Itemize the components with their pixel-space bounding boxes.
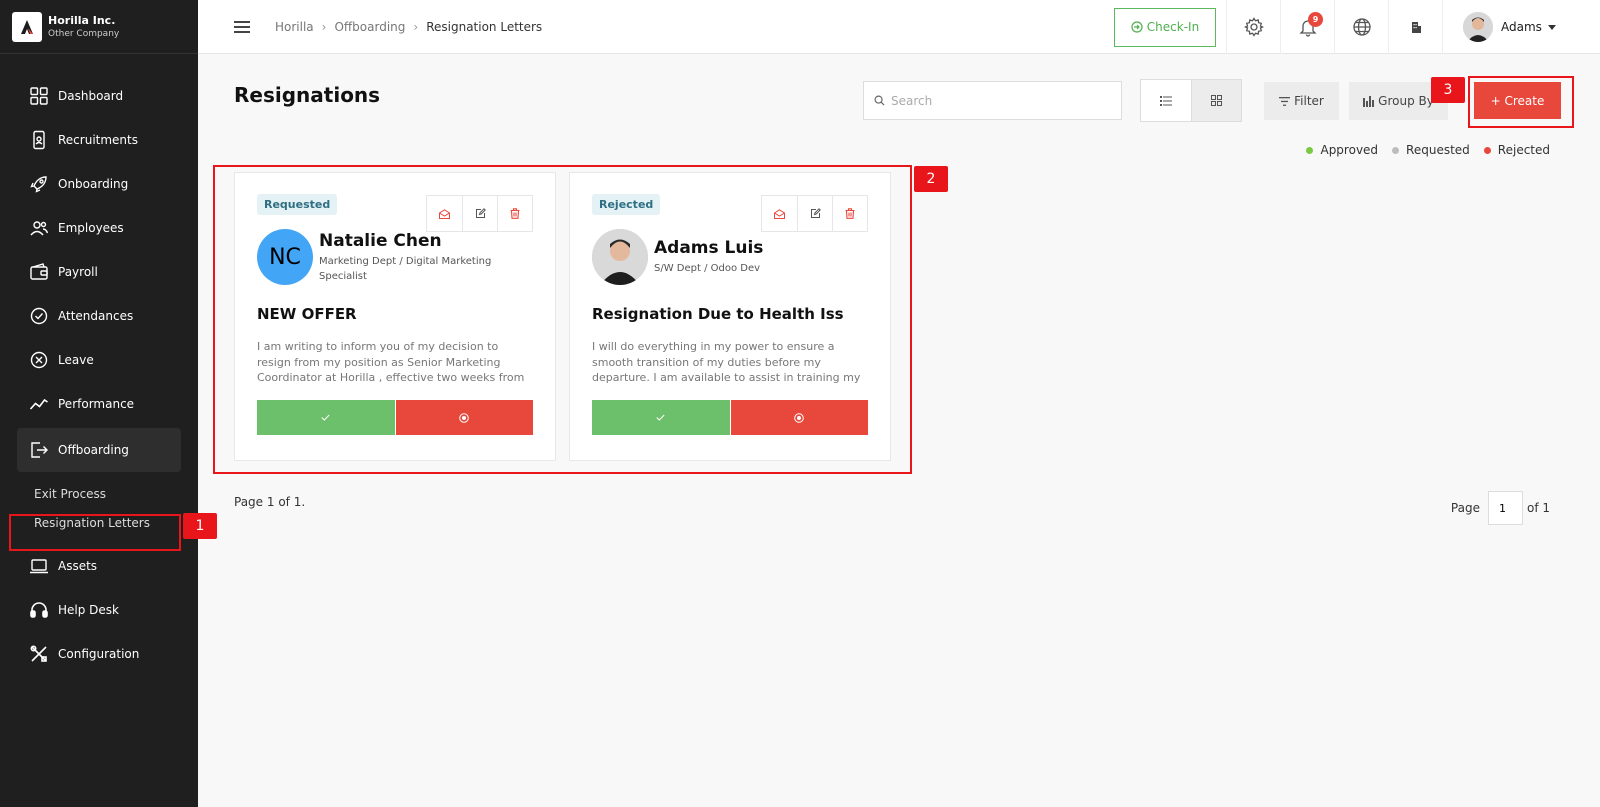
language-button[interactable] bbox=[1334, 0, 1388, 54]
view-toggle bbox=[1140, 79, 1242, 122]
company-switch-button[interactable] bbox=[1388, 0, 1442, 54]
sidebar-item-offboarding[interactable]: Offboarding bbox=[17, 428, 181, 472]
employees-icon bbox=[30, 221, 49, 236]
sidebar-item-label: Onboarding bbox=[58, 177, 129, 191]
sidebar-item-payroll[interactable]: Payroll bbox=[0, 250, 181, 294]
search-box[interactable] bbox=[863, 81, 1122, 120]
building-icon bbox=[1411, 22, 1421, 33]
user-name: Adams bbox=[1501, 20, 1542, 34]
sidebar-item-recruitments[interactable]: Recruitments bbox=[0, 118, 181, 162]
menu-icon[interactable] bbox=[234, 20, 250, 33]
search-icon bbox=[874, 95, 885, 106]
sidebar-item-label: Performance bbox=[58, 397, 135, 411]
sidebar-item-label: Assets bbox=[58, 559, 98, 573]
sidebar-item-label: Help Desk bbox=[58, 603, 119, 617]
rocket-icon bbox=[30, 176, 47, 193]
page-number-input[interactable] bbox=[1487, 491, 1523, 525]
legend-approved[interactable]: Approved bbox=[1306, 143, 1378, 157]
notifications-button[interactable]: 9 bbox=[1280, 0, 1334, 54]
attendance-icon bbox=[30, 307, 48, 325]
wallet-icon bbox=[30, 263, 48, 280]
sidebar-item-label: Recruitments bbox=[58, 133, 138, 147]
status-legend: Approved Requested Rejected bbox=[1306, 143, 1550, 157]
headset-icon bbox=[30, 602, 48, 618]
sidebar-item-label: Dashboard bbox=[58, 89, 124, 103]
offboarding-icon bbox=[31, 442, 48, 458]
check-in-label: Check-In bbox=[1146, 20, 1200, 34]
sidebar-item-performance[interactable]: Performance bbox=[0, 382, 181, 426]
annotation-label-2: 2 bbox=[914, 166, 948, 192]
check-in-icon bbox=[1131, 21, 1143, 33]
sidebar-item-label: Leave bbox=[58, 353, 94, 367]
annotation-label-3: 3 bbox=[1431, 77, 1465, 103]
list-icon bbox=[1160, 95, 1172, 106]
breadcrumb-offboarding[interactable]: Offboarding bbox=[334, 20, 405, 34]
performance-icon bbox=[29, 398, 48, 410]
sidebar-item-label: Payroll bbox=[58, 265, 98, 279]
legend-requested[interactable]: Requested bbox=[1392, 143, 1470, 157]
sidebar-nav: Dashboard Recruitments Onboarding Employ… bbox=[0, 54, 198, 676]
check-in-button[interactable]: Check-In bbox=[1114, 7, 1216, 47]
page-title: Resignations bbox=[234, 83, 381, 107]
breadcrumb-horilla[interactable]: Horilla bbox=[275, 20, 314, 34]
breadcrumb: Horilla › Offboarding › Resignation Lett… bbox=[275, 20, 542, 34]
chevron-right-icon: › bbox=[321, 19, 327, 34]
sidebar-item-label: Employees bbox=[58, 221, 124, 235]
brand[interactable]: Horilla Inc. Other Company bbox=[0, 0, 198, 54]
filter-button[interactable]: Filter bbox=[1264, 82, 1339, 120]
page-info: Page 1 of 1. bbox=[234, 495, 306, 509]
sidebar-item-label: Configuration bbox=[58, 647, 140, 661]
settings-button[interactable] bbox=[1226, 0, 1280, 54]
page-total: of 1 bbox=[1526, 501, 1550, 515]
group-by-icon bbox=[1363, 95, 1375, 107]
sidebar-item-label: Attendances bbox=[58, 309, 134, 323]
sidebar-item-onboarding[interactable]: Onboarding bbox=[0, 162, 181, 206]
sidebar-item-leave[interactable]: Leave bbox=[0, 338, 181, 382]
globe-icon bbox=[1352, 18, 1371, 36]
laptop-icon bbox=[30, 559, 48, 574]
chevron-right-icon: › bbox=[413, 19, 419, 34]
company-sub: Other Company bbox=[48, 29, 120, 39]
sidebar-item-label: Offboarding bbox=[58, 443, 129, 457]
company-name: Horilla Inc. bbox=[48, 14, 116, 27]
annotation-box-1 bbox=[9, 514, 181, 551]
sidebar-item-employees[interactable]: Employees bbox=[0, 206, 181, 250]
gear-icon bbox=[1243, 17, 1264, 37]
sidebar-item-help-desk[interactable]: Help Desk bbox=[0, 588, 181, 632]
topbar: Horilla › Offboarding › Resignation Lett… bbox=[198, 0, 1600, 54]
user-menu[interactable]: Adams bbox=[1442, 0, 1566, 54]
legend-rejected[interactable]: Rejected bbox=[1483, 143, 1550, 157]
annotation-label-1: 1 bbox=[183, 513, 217, 539]
horilla-logo-icon bbox=[12, 11, 42, 42]
notification-count-badge: 9 bbox=[1308, 12, 1323, 27]
sidebar-item-dashboard[interactable]: Dashboard bbox=[0, 74, 181, 118]
filter-icon bbox=[1279, 96, 1291, 106]
recruitment-icon bbox=[33, 130, 45, 150]
grid-icon bbox=[1211, 95, 1222, 106]
caret-down-icon bbox=[1547, 24, 1556, 30]
annotation-box-2 bbox=[213, 165, 912, 474]
tools-icon bbox=[30, 645, 47, 662]
group-by-label: Group By bbox=[1378, 94, 1434, 108]
avatar bbox=[1463, 12, 1493, 42]
pagination: Page of 1 bbox=[1451, 491, 1550, 525]
sidebar-item-attendances[interactable]: Attendances bbox=[0, 294, 181, 338]
sidebar-item-configuration[interactable]: Configuration bbox=[0, 632, 181, 676]
dashboard-icon bbox=[30, 87, 48, 105]
sidebar: Horilla Inc. Other Company Dashboard Rec… bbox=[0, 0, 198, 807]
card-view-button[interactable] bbox=[1191, 80, 1241, 121]
subnav-exit-process[interactable]: Exit Process bbox=[34, 480, 198, 509]
breadcrumb-current: Resignation Letters bbox=[426, 19, 543, 34]
leave-icon bbox=[30, 351, 48, 369]
search-input[interactable] bbox=[891, 93, 1111, 108]
filter-label: Filter bbox=[1294, 94, 1324, 108]
list-view-button[interactable] bbox=[1141, 80, 1191, 121]
page-label: Page bbox=[1450, 501, 1480, 515]
annotation-box-3 bbox=[1468, 76, 1574, 128]
